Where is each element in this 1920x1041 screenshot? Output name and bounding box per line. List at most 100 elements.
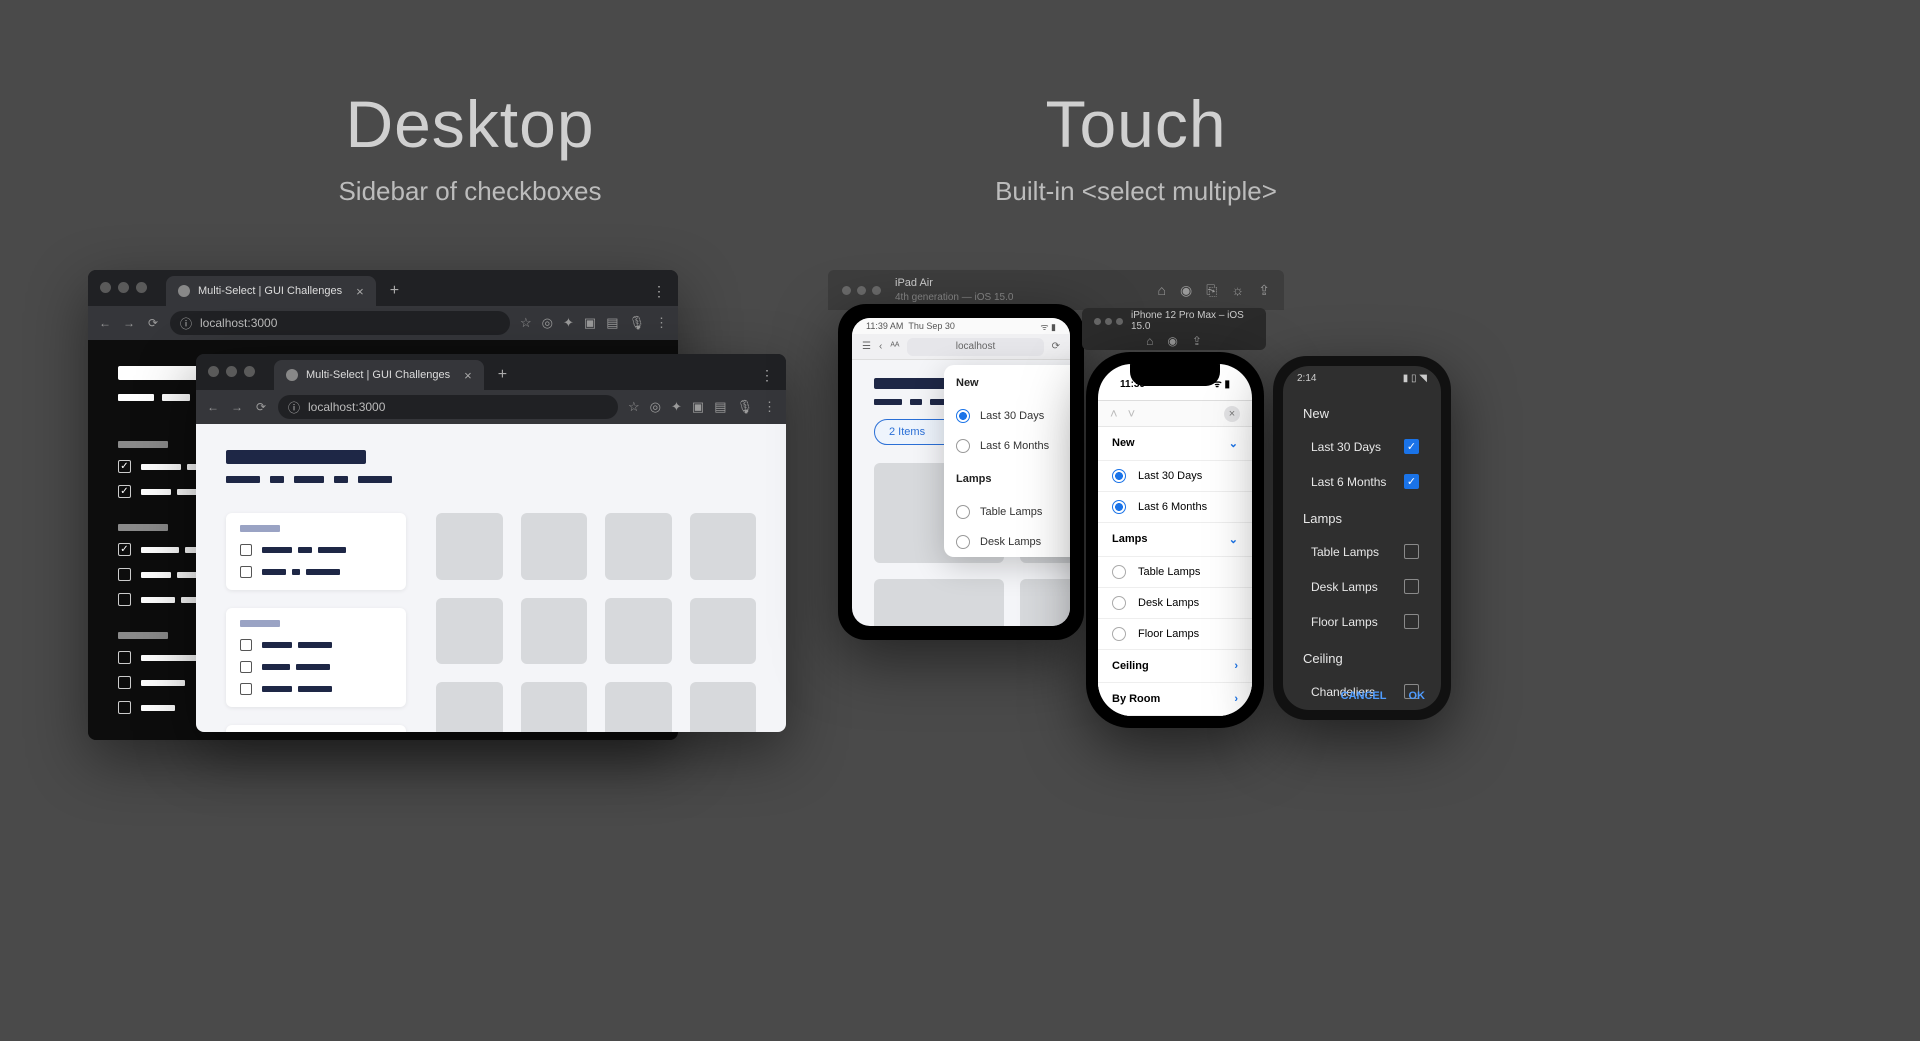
grid-item[interactable] — [605, 682, 672, 732]
overflow-icon[interactable]: ⋮ — [748, 367, 786, 390]
ipad-url[interactable]: localhost — [907, 338, 1043, 356]
option-row[interactable]: Table Lamps — [1283, 534, 1441, 569]
chevron-right-icon[interactable]: › — [1234, 660, 1238, 672]
checkbox-icon[interactable] — [1404, 614, 1419, 629]
screenshot-icon[interactable]: ◉ — [1167, 334, 1177, 348]
grid-item[interactable] — [605, 513, 672, 580]
checkbox-icon[interactable] — [240, 544, 252, 556]
radio-icon[interactable] — [1112, 596, 1126, 610]
option-row[interactable]: Desk Lamps — [944, 527, 1070, 557]
reload-icon[interactable]: ⟳ — [1052, 341, 1060, 352]
radio-icon[interactable] — [1112, 469, 1126, 483]
checkbox-icon[interactable] — [118, 593, 131, 606]
star-icon[interactable]: ☆ — [520, 315, 532, 331]
ok-button[interactable]: OK — [1409, 690, 1426, 702]
option-row[interactable]: Last 30 Days — [1283, 429, 1441, 464]
grid-item[interactable] — [690, 598, 757, 665]
option-row[interactable]: Table Lamps — [944, 497, 1070, 527]
chevron-down-icon[interactable]: ⌄ — [1229, 437, 1238, 450]
grid-item[interactable] — [521, 513, 588, 580]
checkbox-icon[interactable] — [240, 566, 252, 578]
grid-item[interactable] — [690, 513, 757, 580]
grid-item[interactable] — [605, 598, 672, 665]
menu-icon[interactable]: ⋮ — [655, 315, 668, 331]
appearance-icon[interactable]: ☼ — [1231, 282, 1244, 299]
checkbox-icon[interactable] — [118, 568, 131, 581]
address-bar[interactable]: ⓘ localhost:3000 — [278, 395, 618, 419]
back-icon[interactable]: ‹ — [879, 341, 882, 352]
puzzle-icon[interactable]: ✦ — [671, 399, 682, 415]
grid-item[interactable] — [1020, 579, 1070, 626]
checkbox-icon[interactable] — [118, 485, 131, 498]
rotate-icon[interactable]: ⎘ — [1206, 282, 1217, 299]
back-icon[interactable]: ← — [206, 400, 220, 414]
star-icon[interactable]: ☆ — [628, 399, 640, 415]
forward-icon[interactable]: → — [230, 400, 244, 414]
checkbox-row[interactable] — [240, 683, 392, 695]
screenshot-icon[interactable]: ◉ — [1180, 282, 1192, 299]
next-icon[interactable]: ˅ — [1128, 406, 1136, 421]
radio-icon[interactable] — [956, 505, 970, 519]
grid-item[interactable] — [690, 682, 757, 732]
grid-item[interactable] — [521, 682, 588, 732]
checkbox-row[interactable] — [240, 544, 392, 556]
option-row[interactable]: Last 6 Months — [1098, 492, 1252, 523]
share-icon[interactable]: ⇪ — [1258, 282, 1270, 299]
option-row[interactable]: Floor Lamps — [1098, 619, 1252, 650]
option-row[interactable]: Last 6 Months — [1283, 464, 1441, 499]
chevron-right-icon[interactable]: › — [1234, 693, 1238, 705]
overflow-icon[interactable]: ⋮ — [640, 283, 678, 306]
grid-item[interactable] — [521, 598, 588, 665]
checkbox-icon[interactable] — [1404, 439, 1419, 454]
option-row[interactable]: Desk Lamps — [1098, 588, 1252, 619]
new-tab-button[interactable]: + — [390, 282, 399, 306]
option-row[interactable]: Pendant — [1283, 709, 1441, 710]
home-icon[interactable]: ⌂ — [1158, 282, 1166, 299]
radio-icon[interactable] — [956, 409, 970, 423]
radio-icon[interactable] — [1112, 500, 1126, 514]
checkbox-icon[interactable] — [118, 651, 131, 664]
checkbox-icon[interactable] — [240, 639, 252, 651]
mic-icon[interactable]: 🎙 — [736, 399, 753, 415]
radio-icon[interactable] — [956, 535, 970, 549]
forward-icon[interactable]: → — [122, 316, 136, 330]
traffic-lights[interactable] — [100, 282, 147, 293]
close-icon[interactable]: × — [464, 368, 472, 383]
ext2-icon[interactable]: ▤ — [714, 399, 726, 415]
option-row[interactable]: Last 6 Months — [944, 431, 1070, 461]
grid-item[interactable] — [436, 598, 503, 665]
mic-icon[interactable]: 🎙 — [628, 315, 645, 331]
close-icon[interactable]: × — [1224, 406, 1240, 422]
radio-icon[interactable] — [956, 439, 970, 453]
grid-item[interactable] — [874, 579, 1004, 626]
radio-icon[interactable] — [1112, 565, 1126, 579]
close-icon[interactable]: × — [356, 284, 364, 299]
option-row[interactable]: Floor Lamps — [1283, 604, 1441, 639]
option-row[interactable]: Desk Lamps — [1283, 569, 1441, 604]
traffic-lights[interactable] — [208, 366, 255, 377]
checkbox-row[interactable] — [240, 661, 392, 673]
option-row[interactable]: Last 30 Days — [1098, 461, 1252, 492]
checkbox-icon[interactable] — [118, 676, 131, 689]
ext-icon[interactable]: ▣ — [692, 399, 704, 415]
cancel-button[interactable]: CANCEL — [1341, 690, 1387, 702]
menu-icon[interactable]: ⋮ — [763, 399, 776, 415]
option-row[interactable]: Table Lamps — [1098, 557, 1252, 588]
checkbox-icon[interactable] — [1404, 474, 1419, 489]
option-row[interactable]: Last 30 Days — [944, 401, 1070, 431]
radio-icon[interactable] — [1112, 627, 1126, 641]
browser-tab[interactable]: Multi-Select | GUI Challenges × — [274, 360, 484, 390]
prev-icon[interactable]: ˄ — [1110, 406, 1118, 421]
home-icon[interactable]: ⌂ — [1146, 334, 1153, 348]
checkbox-icon[interactable] — [1404, 544, 1419, 559]
checkbox-row[interactable] — [240, 639, 392, 651]
reload-icon[interactable]: ⟳ — [146, 316, 160, 330]
share-icon[interactable]: ⇪ — [1192, 334, 1202, 348]
target-icon[interactable]: ◎ — [650, 399, 661, 415]
sidebar-icon[interactable]: ☰ — [862, 341, 871, 352]
checkbox-icon[interactable] — [118, 460, 131, 473]
reload-icon[interactable]: ⟳ — [254, 400, 268, 414]
checkbox-icon[interactable] — [240, 661, 252, 673]
chevron-down-icon[interactable]: ⌄ — [1229, 533, 1238, 546]
checkbox-icon[interactable] — [240, 683, 252, 695]
